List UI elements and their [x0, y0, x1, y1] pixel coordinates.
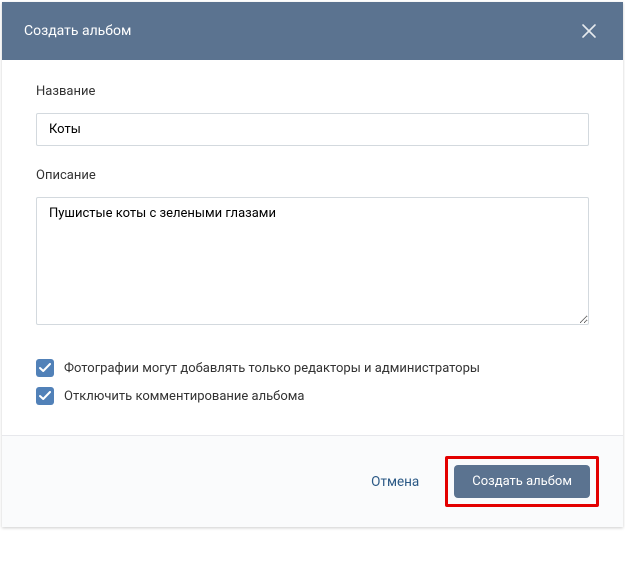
create-album-modal: Создать альбом Название Описание Фотогр [2, 2, 623, 527]
modal-footer: Отмена Создать альбом [2, 435, 623, 527]
submit-button-highlight: Создать альбом [445, 456, 599, 507]
description-label: Описание [36, 168, 589, 183]
modal-header: Создать альбом [2, 2, 623, 60]
editors-only-checkbox-row[interactable]: Фотографии могут добавлять только редакт… [36, 359, 589, 377]
check-icon [39, 363, 51, 373]
modal-title: Создать альбом [24, 23, 131, 39]
editors-only-checkbox [36, 359, 54, 377]
name-label: Название [36, 84, 589, 99]
modal-body: Название Описание Фотографии могут добав… [2, 60, 623, 435]
checkbox-section: Фотографии могут добавлять только редакт… [36, 359, 589, 405]
disable-comments-label: Отключить комментирование альбома [64, 389, 305, 404]
disable-comments-checkbox [36, 387, 54, 405]
cancel-button[interactable]: Отмена [359, 466, 431, 498]
check-icon [39, 391, 51, 401]
create-album-button[interactable]: Создать альбом [454, 465, 590, 498]
close-icon [581, 23, 597, 39]
editors-only-label: Фотографии могут добавлять только редакт… [64, 361, 480, 376]
name-field-group: Название [36, 84, 589, 146]
name-input[interactable] [36, 113, 589, 146]
description-input[interactable] [36, 197, 589, 325]
disable-comments-checkbox-row[interactable]: Отключить комментирование альбома [36, 387, 589, 405]
close-button[interactable] [577, 19, 601, 43]
description-field-group: Описание [36, 168, 589, 329]
